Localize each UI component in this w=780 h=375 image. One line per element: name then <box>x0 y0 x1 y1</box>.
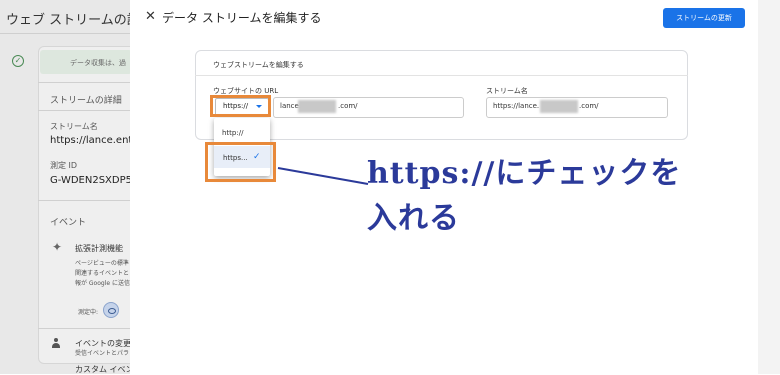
annotation-text-line1: https://にチェックを <box>367 156 682 191</box>
annotation-text-line2: 入れる <box>367 201 460 236</box>
